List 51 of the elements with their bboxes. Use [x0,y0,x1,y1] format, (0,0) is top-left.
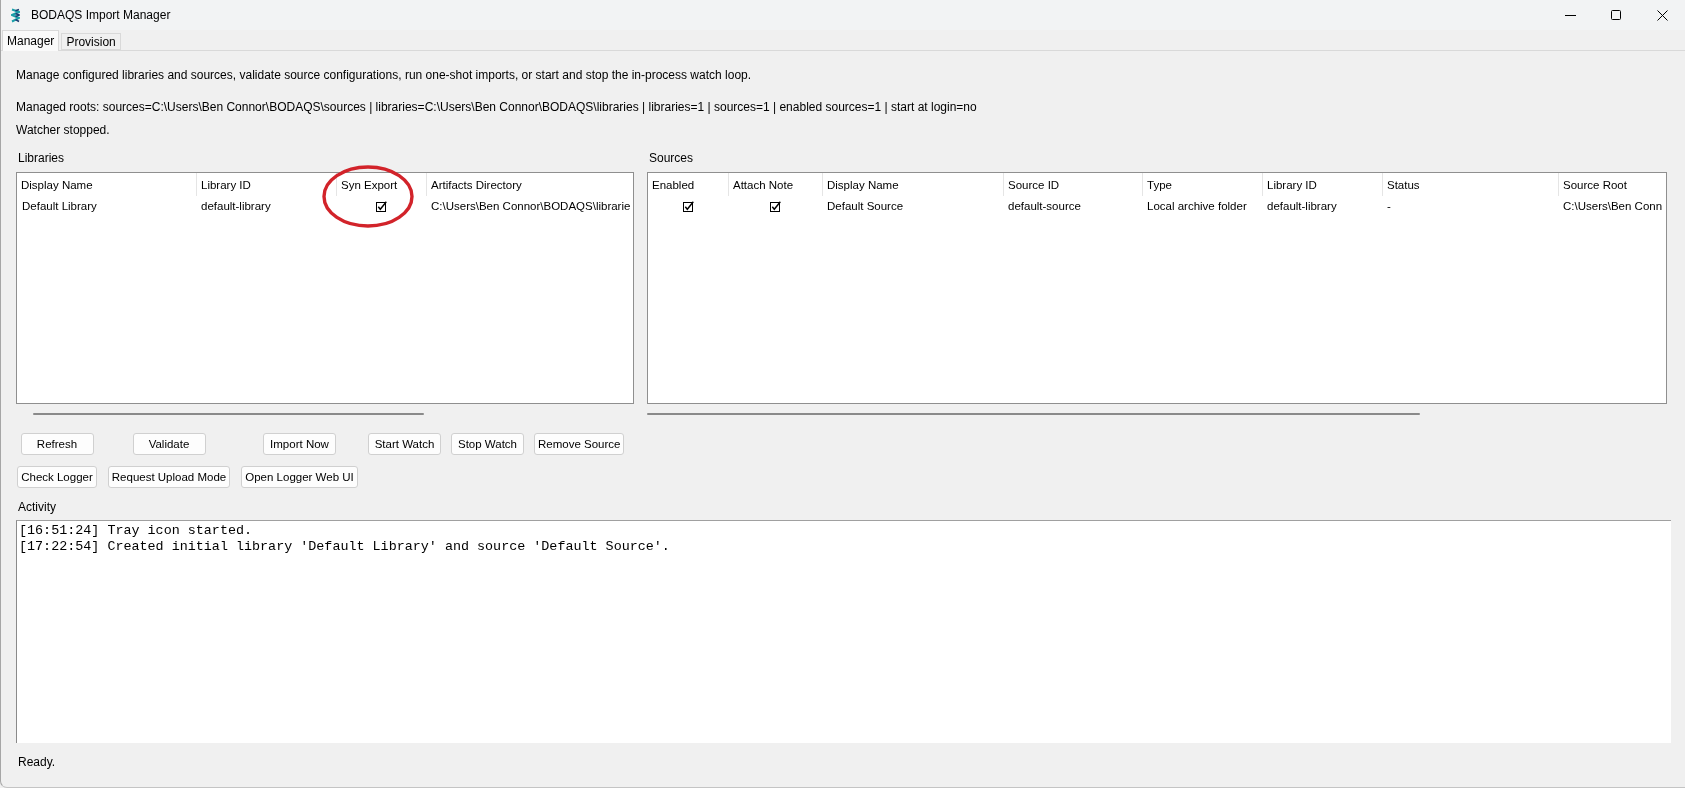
tab[interactable]: Manager [2,30,60,51]
window-title: BODAQS Import Manager [31,8,171,22]
column-header[interactable]: Display Name [827,178,899,191]
table-cell: C:\Users\Ben Conn [1563,200,1663,212]
column-header[interactable]: Artifacts Directory [431,178,522,191]
log-line: [16:51:24] Tray icon started. [19,523,253,539]
checkbox-icon[interactable] [375,200,387,212]
table-cell: Default Source [827,200,904,212]
close-icon [1656,9,1668,21]
action-button[interactable]: Import Now [263,433,336,455]
column-header[interactable]: Library ID [201,178,251,191]
column-header[interactable]: Enabled [652,178,695,191]
horizontal-scrollbar[interactable] [647,413,1420,415]
column-header[interactable]: Library ID [1267,178,1317,191]
tab[interactable]: Provision [61,33,121,50]
log-line: [17:22:54] Created initial library 'Default Library' and source 'Default Source'. [19,539,670,555]
action-button[interactable]: Request Upload Mode [107,466,231,488]
checkbox-icon[interactable] [769,200,781,212]
table-cell: Default Library [22,200,97,212]
section-label: Libraries [18,150,65,166]
column-header[interactable]: Status [1387,178,1420,191]
column-header[interactable]: Attach Note [733,178,794,191]
action-button[interactable]: Check Logger [17,466,97,488]
table-cell: default-library [201,200,271,212]
checkbox-icon[interactable] [682,200,694,212]
column-header[interactable]: Source Root [1563,178,1627,191]
action-button[interactable]: Refresh [20,433,94,455]
table-cell: C:\Users\Ben Connor\BODAQS\librarie [431,200,631,212]
app-icon [11,7,20,23]
action-button[interactable]: Start Watch [368,433,441,455]
action-button[interactable]: Remove Source [534,433,625,455]
section-label: Activity [18,499,56,515]
column-header[interactable]: Type [1147,178,1172,191]
managed-roots-text: Managed roots: sources=C:\Users\Ben Connor\BODAQS\sources | libraries=C:\Users\Ben Connor\BODAQS\libraries | libraries=1 | sources=1 | enabled sources=1 | start at login=no [16,99,977,115]
table-cell: default-source [1008,200,1081,212]
watcher-status-text: Watcher stopped. [16,122,110,138]
column-header[interactable]: Display Name [21,178,93,191]
action-button[interactable]: Open Logger Web UI [241,466,358,488]
table-cell: default-library [1267,200,1337,212]
column-header[interactable]: Source ID [1008,178,1060,191]
maximize-icon [1611,10,1621,20]
status-text: Ready. [18,754,56,770]
section-label: Sources [649,150,694,166]
column-header[interactable]: Syn Export [341,178,398,191]
action-button[interactable]: Validate [132,433,206,455]
description-text: Manage configured libraries and sources, validate source configurations, run one-shot imports, or start and stop the in-process watch loop. [16,67,752,83]
table-cell: Local archive folder [1147,200,1247,212]
minimize-icon [1564,14,1576,16]
action-button[interactable]: Stop Watch [451,433,524,455]
horizontal-scrollbar[interactable] [33,413,424,415]
table-cell: - [1387,200,1391,212]
